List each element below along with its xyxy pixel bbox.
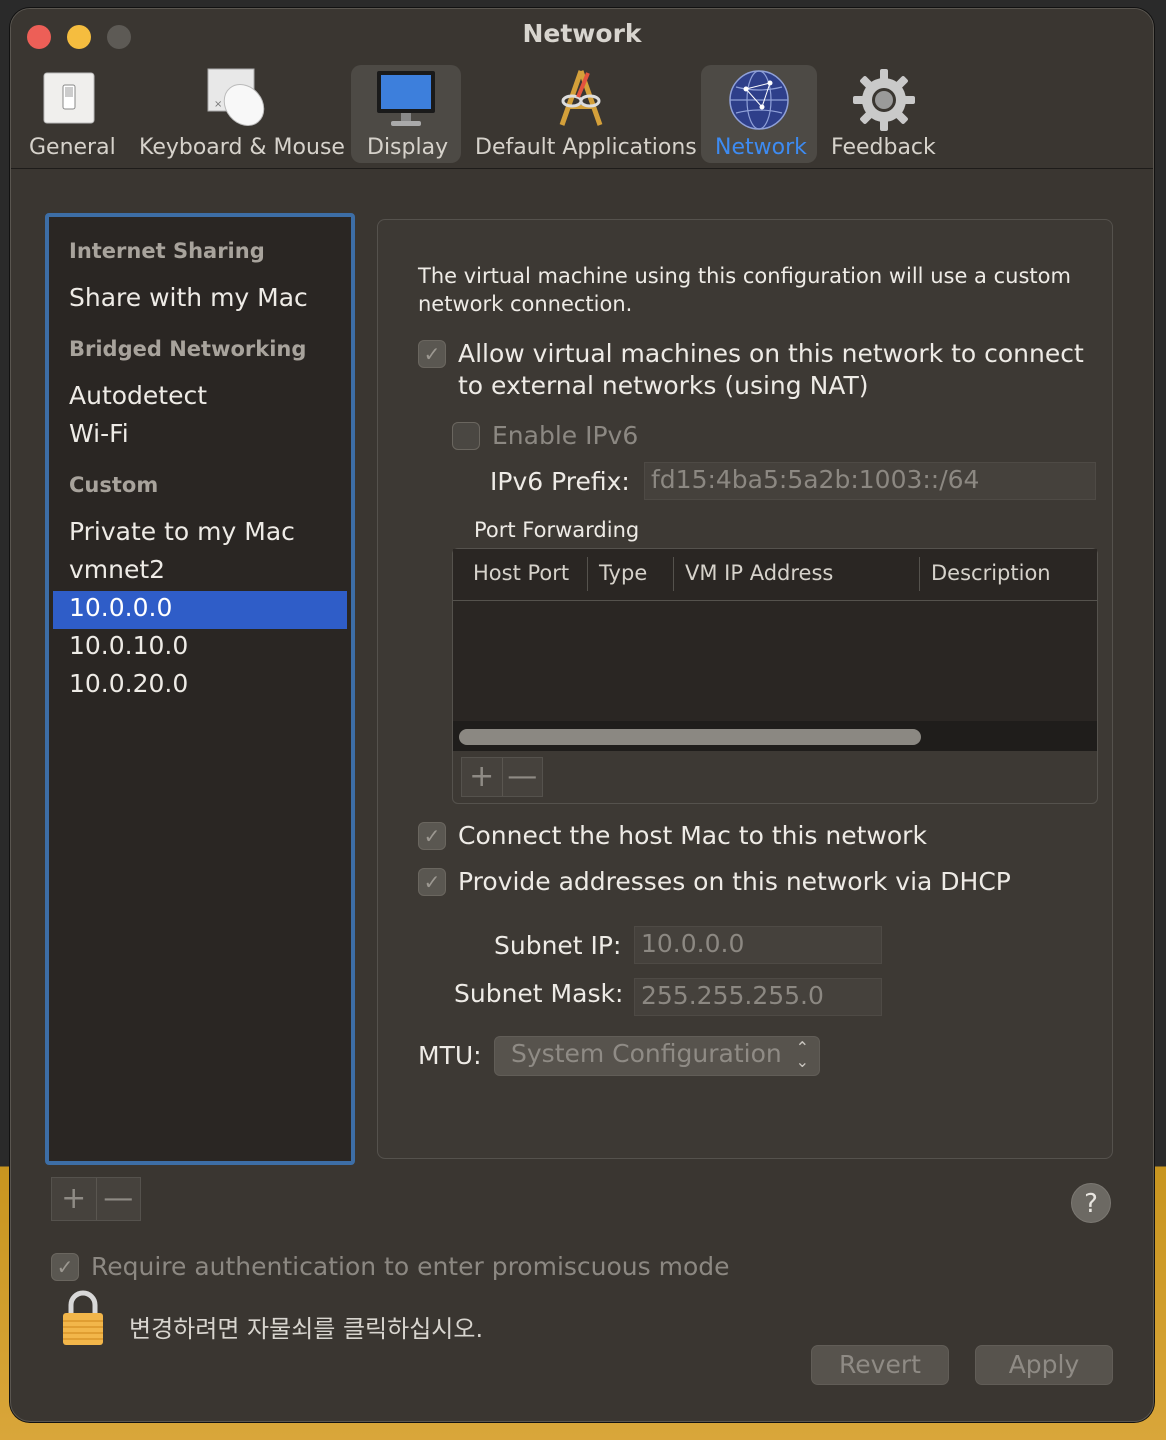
promiscuous-checkbox[interactable]: ✓ [51, 1253, 79, 1281]
tab-default-applications[interactable]: Default Applications [471, 65, 697, 163]
section-header-internet-sharing: Internet Sharing [69, 239, 265, 263]
list-item-private-to-my-mac[interactable]: Private to my Mac [69, 517, 295, 546]
connect-host-label: Connect the host Mac to this network [458, 821, 927, 850]
remove-network-button[interactable]: — [95, 1178, 141, 1220]
subnet-ip-label: Subnet IP: [494, 931, 622, 960]
port-forwarding-label: Port Forwarding [474, 518, 640, 542]
section-header-bridged-networking: Bridged Networking [69, 337, 307, 361]
lock-icon[interactable] [61, 1289, 105, 1347]
tab-network[interactable]: Network [701, 65, 817, 163]
help-button[interactable]: ? [1071, 1183, 1111, 1223]
add-port-forward-button[interactable]: + [462, 758, 502, 796]
list-item-wifi[interactable]: Wi-Fi [69, 419, 129, 448]
subnet-mask-label: Subnet Mask: [454, 979, 624, 1008]
nat-label-line2: to external networks (using NAT) [458, 371, 869, 400]
monitor-icon [377, 71, 435, 126]
list-item-share-with-my-mac[interactable]: Share with my Mac [69, 283, 308, 312]
section-header-custom: Custom [69, 473, 159, 497]
tab-general-label: General [29, 135, 116, 160]
add-network-button[interactable]: + [52, 1178, 96, 1220]
tab-network-label: Network [715, 135, 807, 160]
network-settings-panel: The virtual machine using this configura… [377, 219, 1113, 1159]
configuration-description: The virtual machine using this configura… [418, 264, 1071, 316]
list-item-10-0-0-0-selected[interactable]: 10.0.0.0 [53, 591, 347, 629]
tab-display[interactable]: Display [351, 65, 461, 163]
title-bar: Network General × Keyboard & Mouse Displ… [11, 9, 1153, 169]
dhcp-label: Provide addresses on this network via DH… [458, 867, 1011, 896]
connect-host-checkbox[interactable]: ✓ [418, 822, 446, 850]
ipv6-label: Enable IPv6 [492, 421, 639, 450]
svg-text:×: × [214, 99, 222, 110]
column-divider [587, 557, 588, 591]
list-item-label: 10.0.0.0 [69, 593, 173, 622]
mtu-select[interactable]: System Configuration ⌃ ⌄ [494, 1036, 820, 1076]
apply-button[interactable]: Apply [975, 1345, 1113, 1385]
ipv6-prefix-label: IPv6 Prefix: [490, 467, 630, 496]
column-divider [673, 557, 674, 591]
chevron-updown-icon: ⌃ ⌄ [795, 1038, 809, 1071]
remove-port-forward-button[interactable]: — [501, 758, 543, 796]
column-divider [919, 557, 920, 591]
column-host-port[interactable]: Host Port [473, 561, 569, 585]
column-description[interactable]: Description [931, 561, 1051, 585]
tab-feedback-label: Feedback [831, 135, 936, 160]
mouse-icon: × [207, 68, 265, 126]
dhcp-checkbox[interactable]: ✓ [418, 868, 446, 896]
tab-display-label: Display [367, 135, 449, 160]
revert-button[interactable]: Revert [811, 1345, 949, 1385]
nat-label-line1: Allow virtual machines on this network t… [458, 339, 1084, 368]
subnet-ip-field[interactable]: 10.0.0.0 [634, 926, 882, 964]
applications-icon [559, 70, 603, 126]
subnet-mask-field[interactable]: 255.255.255.0 [634, 978, 882, 1016]
network-list[interactable]: Internet Sharing Share with my Mac Bridg… [45, 213, 355, 1165]
column-vm-ip-address[interactable]: VM IP Address [685, 561, 833, 585]
sidebar-add-remove-buttons: + — [51, 1177, 141, 1221]
tab-keyboard-mouse-label: Keyboard & Mouse [139, 135, 345, 160]
column-type[interactable]: Type [599, 561, 647, 585]
port-forwarding-table[interactable]: Host Port Type VM IP Address Description… [452, 548, 1098, 804]
nat-checkbox[interactable]: ✓ [418, 340, 446, 368]
table-header: Host Port Type VM IP Address Description [453, 549, 1097, 601]
ipv6-prefix-field[interactable]: fd15:4ba5:5a2b:1003::/64 [644, 462, 1096, 500]
tab-keyboard-mouse[interactable]: × Keyboard & Mouse [137, 65, 345, 163]
tab-general[interactable]: General [27, 65, 116, 163]
list-item-10-0-20-0[interactable]: 10.0.20.0 [69, 669, 188, 698]
network-window: Network General × Keyboard & Mouse Displ… [10, 8, 1154, 1422]
tab-feedback[interactable]: Feedback [829, 65, 939, 163]
switch-icon [43, 72, 95, 124]
list-item-autodetect[interactable]: Autodetect [69, 381, 207, 410]
globe-icon [729, 70, 789, 130]
mtu-label: MTU: [418, 1041, 482, 1070]
scrollbar-thumb[interactable] [459, 729, 921, 745]
table-body[interactable] [453, 601, 1097, 721]
mtu-selected-value: System Configuration [511, 1039, 782, 1068]
horizontal-scrollbar[interactable] [453, 721, 1097, 751]
promiscuous-label: Require authentication to enter promiscu… [91, 1252, 730, 1281]
window-title: Network [522, 19, 642, 48]
port-forwarding-add-remove: + — [461, 757, 543, 797]
network-content: Internet Sharing Share with my Mac Bridg… [11, 169, 1153, 1421]
tab-default-applications-label: Default Applications [475, 135, 697, 160]
ipv6-checkbox[interactable] [452, 422, 480, 450]
gear-icon [853, 69, 915, 131]
list-item-10-0-10-0[interactable]: 10.0.10.0 [69, 631, 188, 660]
lock-hint-text: 변경하려면 자물쇠를 클릭하십시오. [129, 1315, 484, 1343]
list-item-vmnet2[interactable]: vmnet2 [69, 555, 165, 584]
